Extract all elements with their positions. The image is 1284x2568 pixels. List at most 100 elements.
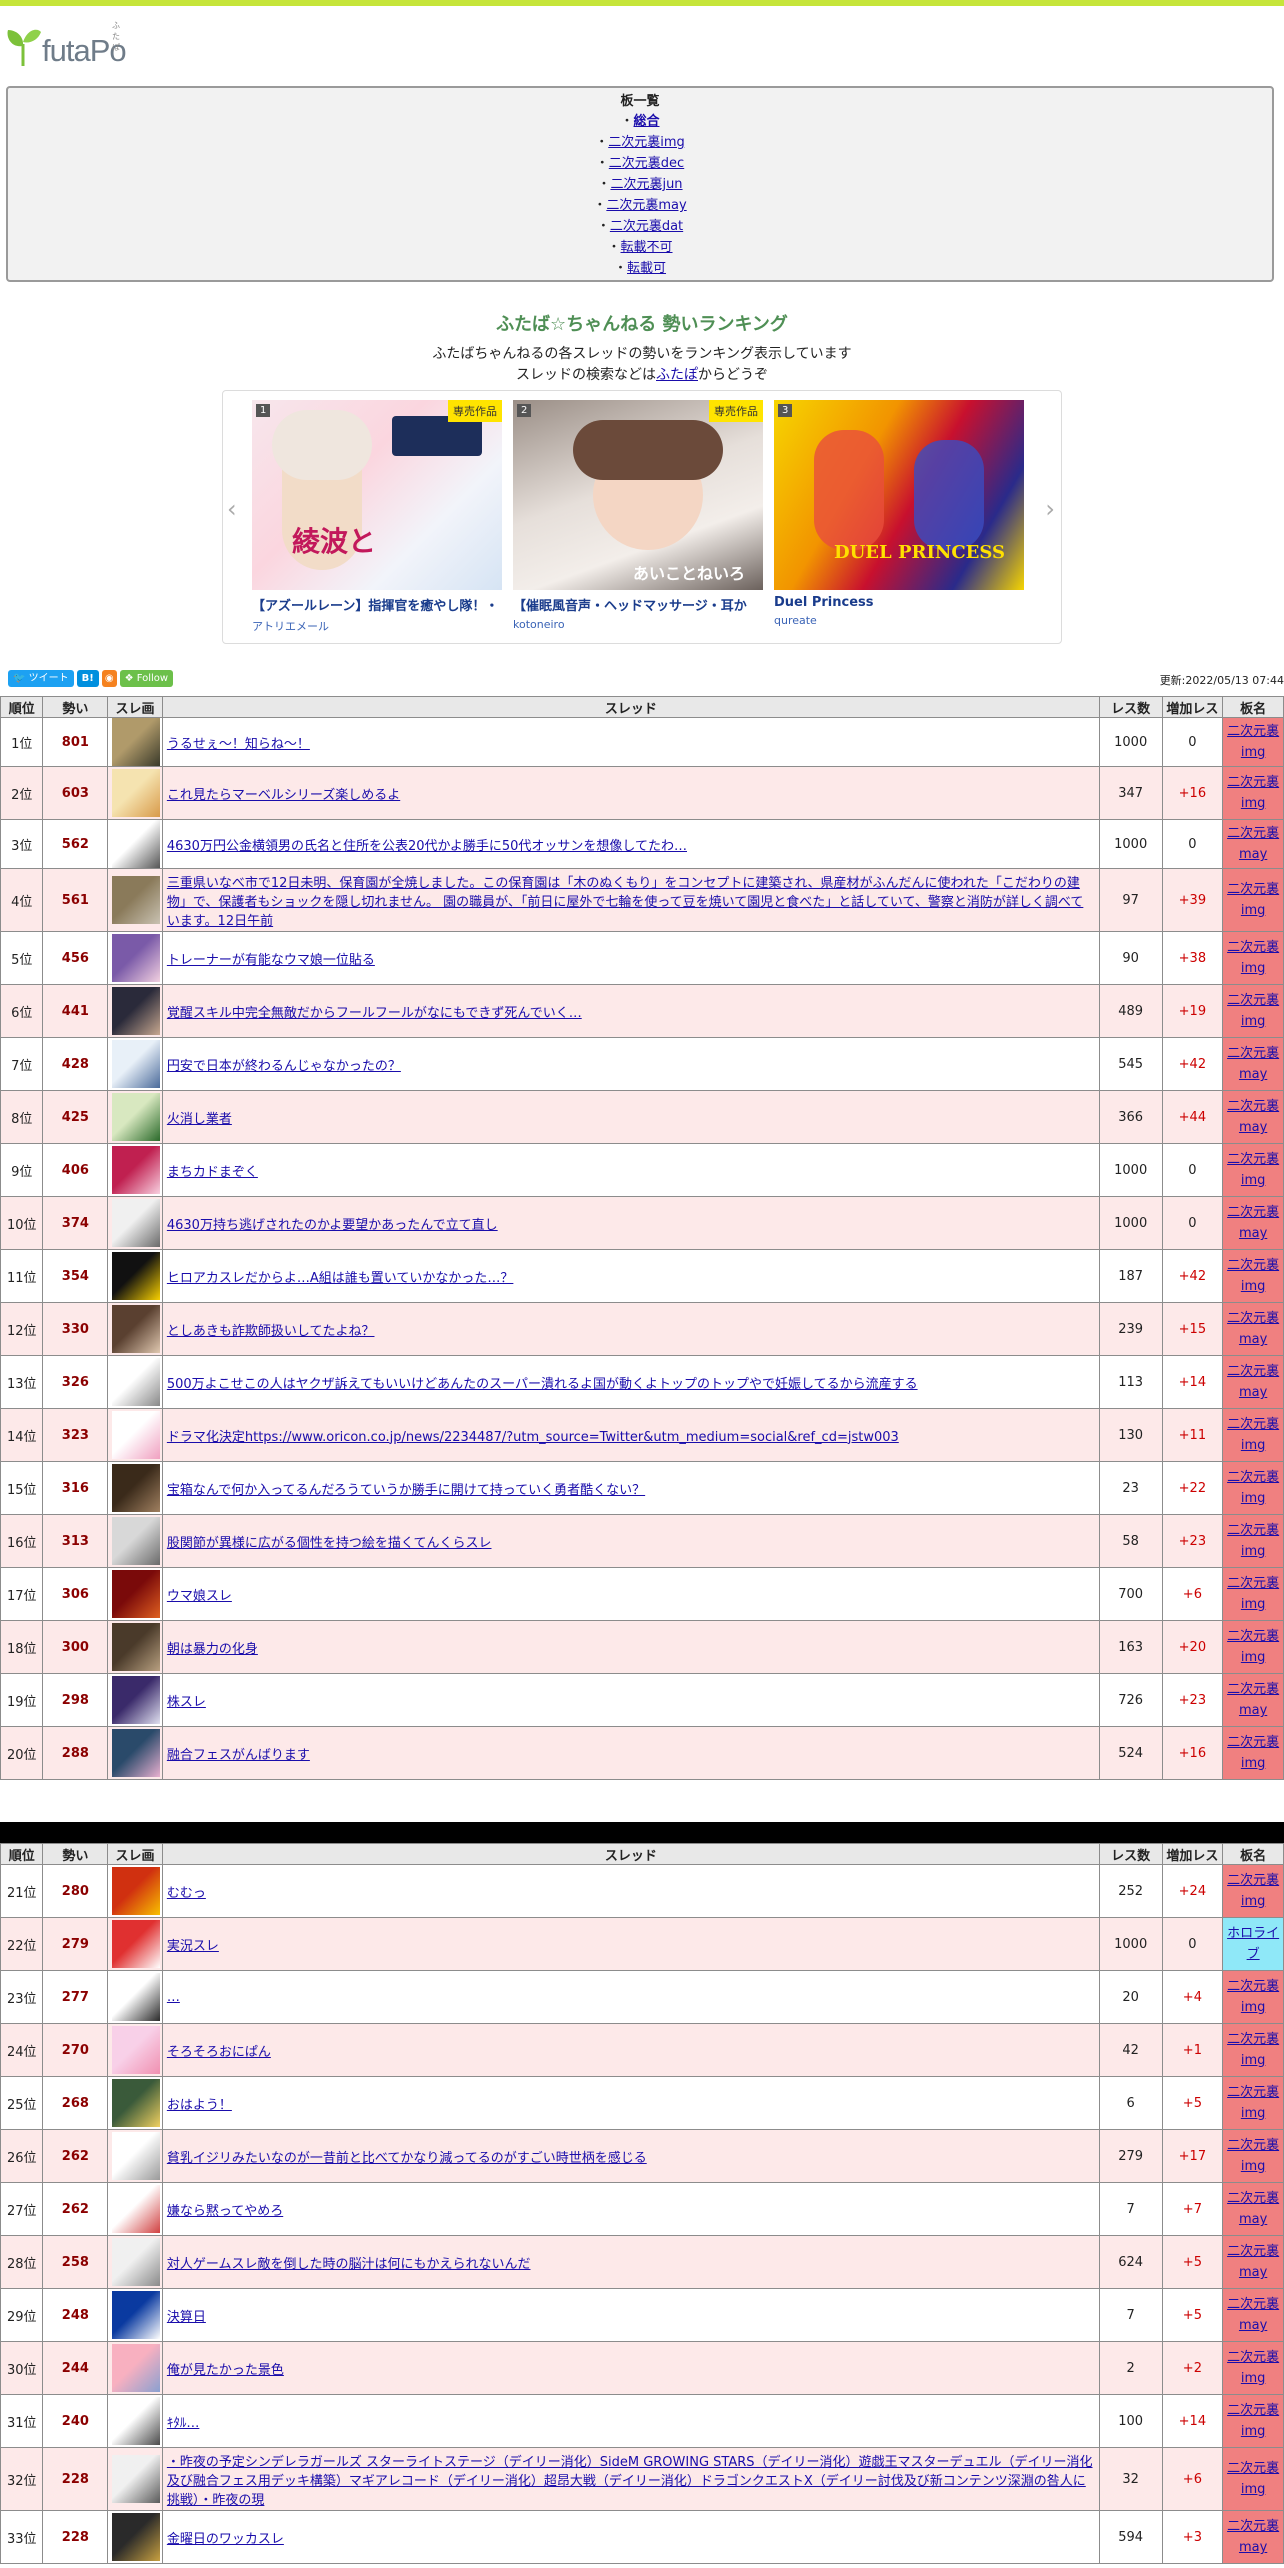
thread-link[interactable]: としあきも詐欺師扱いしてたよね？ [167,1324,375,1339]
board-link[interactable]: 二次元裏img [1227,724,1279,760]
board-link[interactable]: 二次元裏may [1227,2297,1279,2333]
thread-thumbnail[interactable] [112,2238,161,2286]
thumbnail-cell[interactable] [107,2182,163,2236]
thread-thumbnail[interactable] [112,2513,161,2561]
thumbnail-cell[interactable] [107,766,163,820]
thread-thumbnail[interactable] [112,1517,161,1565]
board-link-tensai-ka[interactable]: 転載可 [627,261,666,276]
board-link-dat[interactable]: 二次元裏dat [610,219,683,234]
board-link[interactable]: 二次元裏img [1227,775,1279,811]
board-link[interactable]: 二次元裏may [1227,1311,1279,1347]
carousel-card[interactable]: 3 DUEL PRINCESS Duel Princess qureate [774,400,1024,627]
board-link-dec[interactable]: 二次元裏dec [609,156,684,171]
board-link[interactable]: 二次元裏img [1227,1258,1279,1294]
thumbnail-cell[interactable] [107,1090,163,1144]
thread-thumbnail[interactable] [112,1623,161,1671]
board-link[interactable]: 二次元裏img [1227,882,1279,918]
thread-thumbnail[interactable] [112,2026,161,2074]
board-link[interactable]: 二次元裏img [1227,1152,1279,1188]
board-link-img[interactable]: 二次元裏img [608,135,685,150]
thread-link[interactable]: 覚醒スキル中完全無敵だからフールフールがなにもできず死んでいく… [167,1006,582,1021]
futapo-link[interactable]: ふたぽ [656,367,698,383]
thread-thumbnail[interactable] [112,1146,161,1194]
thumbnail-cell[interactable] [107,868,163,932]
thread-thumbnail[interactable] [112,2344,161,2392]
thread-thumbnail[interactable] [112,2455,161,2503]
thread-thumbnail[interactable] [112,1464,161,1512]
thread-link[interactable]: これ見たらマーベルシリーズ楽しめるよ [167,788,400,803]
board-link[interactable]: 二次元裏img [1227,2085,1279,2121]
thread-thumbnail[interactable] [112,718,161,766]
thread-thumbnail[interactable] [112,2397,161,2445]
thread-link[interactable]: うるせぇ～！知らね～！ [167,737,310,752]
thumbnail-cell[interactable] [107,1620,163,1674]
thread-link[interactable]: まちカドまぞく [167,1165,258,1180]
tweet-button[interactable]: 🐦 ツイート [8,670,74,687]
board-link[interactable]: 二次元裏img [1227,1735,1279,1771]
thread-thumbnail[interactable] [112,1199,161,1247]
thread-link[interactable]: 実況スレ [167,1939,219,1954]
thread-link[interactable]: 朝は暴力の化身 [167,1642,258,1657]
board-link[interactable]: 二次元裏img [1227,2403,1279,2439]
board-link[interactable]: 二次元裏may [1227,2244,1279,2280]
board-link[interactable]: 二次元裏may [1227,1682,1279,1718]
thread-thumbnail[interactable] [112,1358,161,1406]
thumbnail-cell[interactable] [107,2288,163,2342]
thread-thumbnail[interactable] [112,1305,161,1353]
card-image[interactable]: 2 専売作品 あいことねいろ [513,400,763,590]
thumbnail-cell[interactable] [107,1514,163,1568]
board-link[interactable]: 二次元裏img [1227,1979,1279,2015]
board-link[interactable]: 二次元裏img [1227,1523,1279,1559]
card-image[interactable]: 1 専売作品 綾波と [252,400,502,590]
board-link[interactable]: 二次元裏img [1227,1576,1279,1612]
thumbnail-cell[interactable] [107,1673,163,1727]
card-circle[interactable]: アトリエメール [252,618,502,634]
thread-link[interactable]: 4630万持ち逃げされたのかよ要望かあったんで立て直し [167,1218,498,1233]
site-logo[interactable]: futaPo ふたぽ [6,20,127,66]
thumbnail-cell[interactable] [107,1461,163,1515]
thumbnail-cell[interactable] [107,1726,163,1780]
thumbnail-cell[interactable] [107,819,163,869]
thumbnail-cell[interactable] [107,2341,163,2395]
thumbnail-cell[interactable] [107,2076,163,2130]
board-link[interactable]: 二次元裏img [1227,2461,1279,2497]
thread-link[interactable]: 融合フェスがんばります [167,1748,310,1763]
thread-link[interactable]: 俺が見たかった景色 [167,2363,284,2378]
board-link-sougou[interactable]: 総合 [634,114,660,129]
thread-link[interactable]: 株スレ [167,1695,206,1710]
thread-thumbnail[interactable] [112,769,161,817]
thread-link[interactable]: そろそろおにぱん [167,2045,271,2060]
thumbnail-cell[interactable] [107,717,163,767]
board-link[interactable]: 二次元裏img [1227,2138,1279,2174]
board-link[interactable]: 二次元裏img [1227,2032,1279,2068]
thread-thumbnail[interactable] [112,1411,161,1459]
thread-thumbnail[interactable] [112,2291,161,2339]
card-image[interactable]: 3 DUEL PRINCESS [774,400,1024,590]
thumbnail-cell[interactable] [107,1408,163,1462]
thumbnail-cell[interactable] [107,931,163,985]
thumbnail-cell[interactable] [107,1196,163,1250]
thumbnail-cell[interactable] [107,1355,163,1409]
board-link[interactable]: 二次元裏may [1227,1099,1279,1135]
thread-link[interactable]: ウマ娘スレ [167,1589,232,1604]
rss-icon[interactable]: ◉ [101,670,117,687]
thread-thumbnail[interactable] [112,820,161,868]
thread-link[interactable]: 決算日 [167,2310,206,2325]
thread-thumbnail[interactable] [112,934,161,982]
carousel-prev-icon[interactable]: ‹ [227,495,237,523]
thread-link[interactable]: 股関節が異様に広がる個性を持つ絵を描くてんくらスレ [167,1536,492,1551]
thumbnail-cell[interactable] [107,1302,163,1356]
thread-thumbnail[interactable] [112,1040,161,1088]
thread-link[interactable]: 金曜日のワッカスレ [167,2532,284,2547]
thumbnail-cell[interactable] [107,2023,163,2077]
thumbnail-cell[interactable] [107,1037,163,1091]
board-link[interactable]: 二次元裏may [1227,1205,1279,1241]
board-link[interactable]: ホロライブ [1227,1926,1279,1962]
carousel-card[interactable]: 1 専売作品 綾波と 【アズールレーン】指揮官を癒やし隊！・ アトリエメール [252,400,502,634]
hatena-bookmark-button[interactable]: B! [76,670,99,687]
thread-link[interactable]: ヒロアカスレだからよ…A組は誰も置いていかなかった…？ [167,1271,514,1286]
board-link[interactable]: 二次元裏img [1227,1470,1279,1506]
card-title[interactable]: Duel Princess [774,595,1024,610]
card-title[interactable]: 【アズールレーン】指揮官を癒やし隊！・ [252,595,502,614]
thread-thumbnail[interactable] [112,2132,161,2180]
